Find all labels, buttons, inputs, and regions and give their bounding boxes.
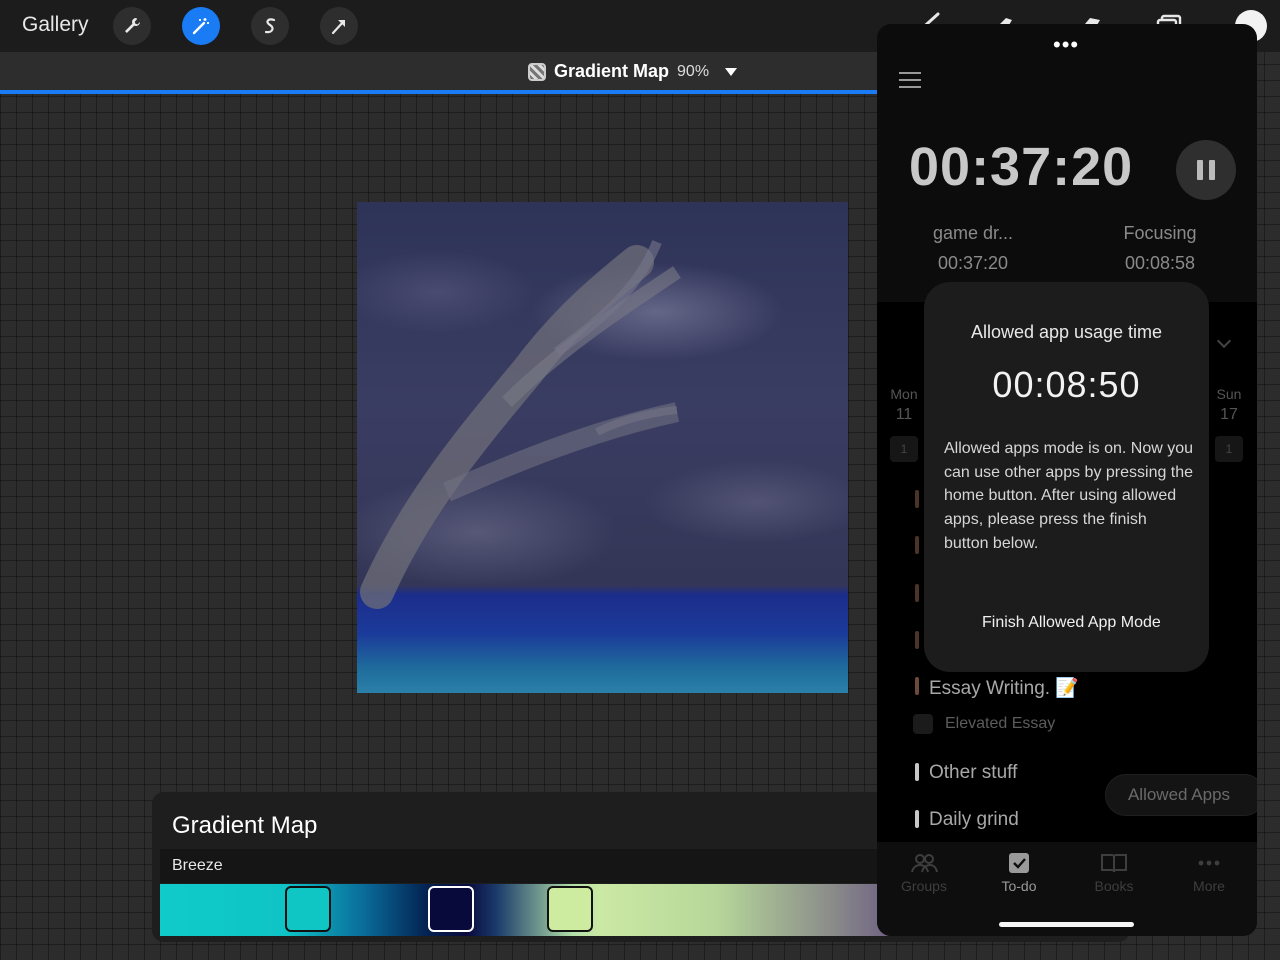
group-marker: [915, 677, 919, 695]
week-day-mon[interactable]: Mon 11: [889, 386, 919, 424]
day-name: Sun: [1216, 386, 1242, 402]
tab-more[interactable]: More: [1174, 852, 1244, 894]
checkbox-icon: [1009, 853, 1029, 873]
procreate-canvas-screen: Gallery Gradient Map 90% Gradient Map Br…: [0, 0, 1280, 960]
day-number: 11: [895, 406, 913, 423]
task-stat-label: game dr...: [932, 223, 1014, 243]
tab-label: Books: [1094, 878, 1134, 894]
focus-stat-label: Focusing: [1123, 223, 1197, 243]
todo-item[interactable]: Elevated Essay: [913, 714, 1055, 734]
group-daily-grind[interactable]: Daily grind: [929, 809, 1019, 831]
artwork-canvas[interactable]: [357, 202, 848, 693]
group-marker: [915, 810, 919, 828]
hamburger-menu-icon[interactable]: [899, 72, 921, 88]
task-stat-value: 00:37:20: [937, 253, 1009, 273]
tab-groups[interactable]: Groups: [889, 852, 959, 894]
main-timer: 00:37:20: [909, 137, 1134, 197]
todo-checkbox[interactable]: [913, 714, 933, 734]
group-marker: [915, 763, 919, 781]
adjustment-bar: Gradient Map 90%: [0, 52, 878, 90]
day-number: 17: [1220, 406, 1238, 423]
gradient-preset-name: Breeze: [172, 857, 223, 874]
day-count: 1: [1215, 436, 1243, 462]
layer-selector[interactable]: Gradient Map 90%: [528, 61, 738, 82]
group-marker: [915, 584, 919, 602]
task-stat: game dr... 00:37:20: [913, 218, 1033, 278]
group-essay-writing[interactable]: Essay Writing. 📝: [929, 676, 1079, 700]
tab-label: More: [1193, 878, 1225, 894]
day-count: 1: [890, 436, 918, 462]
layer-percent: 90%: [677, 62, 710, 80]
tree-illustration: [360, 240, 681, 609]
group-marker: [915, 490, 919, 508]
tab-label: To-do: [1001, 878, 1037, 894]
popup-message: Allowed apps mode is on. Now you can use…: [944, 440, 1194, 552]
magic-wand-icon[interactable]: [182, 7, 220, 45]
group-marker: [915, 631, 919, 649]
adjustment-slider[interactable]: [0, 90, 878, 94]
group-other-stuff[interactable]: Other stuff: [929, 762, 1017, 784]
allowed-apps-button[interactable]: Allowed Apps: [1105, 774, 1257, 816]
pause-button[interactable]: [1176, 140, 1236, 200]
todo-item-label: Elevated Essay: [945, 715, 1056, 732]
wrench-icon[interactable]: [113, 7, 151, 45]
more-dots-icon: [1198, 860, 1220, 866]
transform-arrow-icon[interactable]: [320, 7, 358, 45]
home-indicator[interactable]: [999, 922, 1134, 927]
allowed-app-popup: Allowed app usage time 00:08:50 Allowed …: [924, 282, 1209, 672]
chevron-down-icon: [725, 67, 738, 76]
day-name: Mon: [890, 386, 918, 402]
gradient-stop-3[interactable]: [547, 886, 593, 932]
tab-label: Groups: [901, 878, 947, 894]
layer-name: Gradient Map: [554, 61, 670, 81]
allowed-time-remaining: 00:08:50: [992, 364, 1141, 405]
groups-icon: [911, 854, 938, 873]
finish-allowed-app-mode-button[interactable]: Finish Allowed App Mode: [982, 614, 1161, 632]
gradient-stop-2[interactable]: [428, 886, 474, 932]
layer-thumbnail-icon: [528, 62, 546, 81]
week-day-sun[interactable]: Sun 17: [1214, 386, 1244, 424]
group-marker: [915, 536, 919, 554]
gradient-stop-1[interactable]: [285, 886, 331, 932]
window-handle-dots-icon[interactable]: •••: [1053, 32, 1079, 58]
gallery-button[interactable]: Gallery: [22, 13, 89, 37]
focus-stat: Focusing 00:08:58: [1105, 218, 1215, 278]
gradient-map-title: Gradient Map: [172, 812, 318, 839]
popup-title: Allowed app usage time: [970, 322, 1163, 342]
focus-stat-value: 00:08:58: [1124, 253, 1196, 273]
selection-s-icon[interactable]: [251, 7, 289, 45]
book-icon: [1101, 854, 1127, 873]
tab-books[interactable]: Books: [1079, 852, 1149, 894]
tab-todo[interactable]: To-do: [984, 852, 1054, 894]
